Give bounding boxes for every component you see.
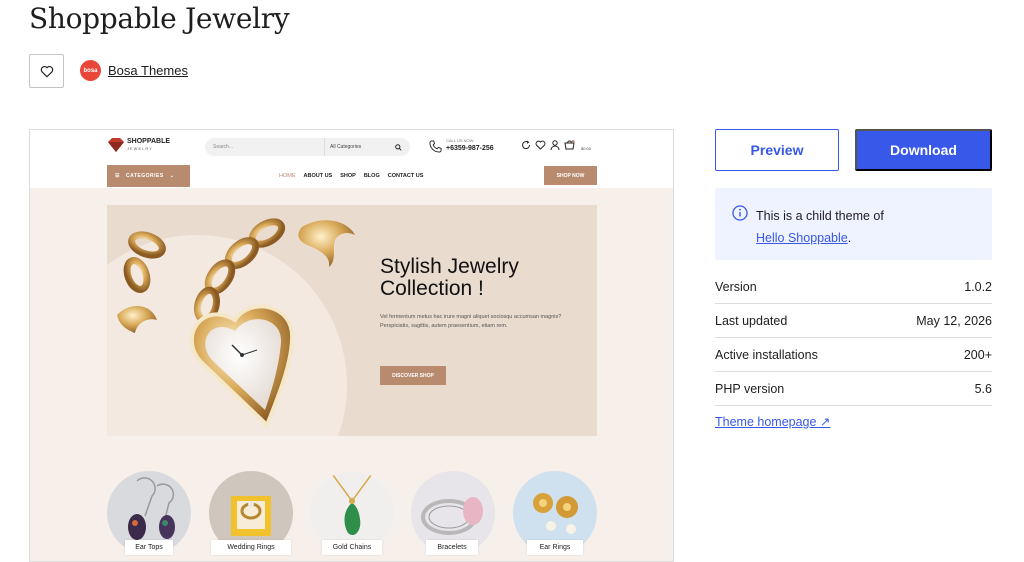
mini-categories-label: CATEGORIES (125, 173, 164, 179)
meta-row-version: Version 1.0.2 (715, 270, 992, 304)
mini-search-input: Search... (205, 138, 324, 156)
phone-icon (429, 140, 442, 153)
meta-label: Active installations (715, 347, 818, 362)
mini-hero-button: DISCOVER SHOP (380, 366, 446, 385)
meta-value: May 12, 2026 (916, 313, 992, 328)
author-avatar: bosa (80, 60, 101, 81)
mini-logo-text: SHOPPABLE (127, 138, 171, 145)
mini-search-button (386, 138, 410, 156)
mini-logo-sub: JEWELRY (127, 146, 153, 151)
wishlist-icon (535, 140, 546, 150)
cart-icon (564, 140, 575, 150)
notice-prefix: This is a child theme of (756, 209, 884, 223)
parent-theme-link[interactable]: Hello Shoppable (756, 231, 848, 245)
mini-shop-now-button: SHOP NOW (544, 166, 597, 185)
page-title: Shoppable Jewelry (29, 2, 290, 35)
mini-nav: HOME ABOUT US SHOP BLOG CONTACT US (279, 173, 423, 179)
mini-cart-total: $0.00 (581, 146, 592, 151)
meta-row-php-version: PHP version 5.6 (715, 372, 992, 406)
mini-categories-button: ☰ CATEGORIES ⌄ (107, 165, 190, 187)
meta-label: PHP version (715, 381, 785, 396)
meta-row-last-updated: Last updated May 12, 2026 (715, 304, 992, 338)
meta-value: 1.0.2 (964, 279, 992, 294)
heart-icon (40, 65, 53, 77)
mini-nav-blog: BLOG (363, 173, 380, 179)
mini-hero-title: Stylish Jewelry Collection ! (380, 255, 519, 300)
child-theme-notice: This is a child theme of Hello Shoppable… (715, 188, 992, 260)
category-label-bracelets: Bracelets (426, 540, 478, 555)
search-icon (394, 143, 402, 151)
mini-category-select: All Categories (324, 138, 386, 156)
author-link[interactable]: Bosa Themes (108, 63, 188, 78)
mini-header-icons (521, 140, 575, 150)
category-label-ear-tops: Ear Tops (125, 540, 173, 555)
info-icon (732, 205, 748, 221)
menu-icon: ☰ (115, 173, 120, 179)
mini-phone-number: +6359-987-256 (446, 145, 494, 152)
meta-row-active-installations: Active installations 200+ (715, 338, 992, 372)
theme-homepage-link[interactable]: Theme homepage ↗ (715, 414, 830, 429)
mini-nav-contact: CONTACT US (387, 173, 424, 179)
diamond-logo-icon (108, 138, 124, 152)
mini-nav-shop: SHOP (340, 173, 356, 179)
theme-screenshot: SHOPPABLE JEWELRY Search... All Categori… (29, 129, 674, 562)
theme-meta-list: Version 1.0.2 Last updated May 12, 2026 … (715, 270, 992, 406)
notice-text: This is a child theme of Hello Shoppable… (756, 205, 884, 249)
meta-label: Last updated (715, 313, 788, 328)
mini-category-circles: Ear Tops Wedding Rings Gold Chains Brace… (107, 471, 607, 561)
chevron-down-icon: ⌄ (169, 173, 175, 179)
meta-label: Version (715, 279, 757, 294)
heart-locket-image (117, 218, 355, 429)
mini-hero: Stylish Jewelry Collection ! Vel ferment… (107, 205, 597, 436)
meta-value: 200+ (963, 347, 992, 362)
notice-suffix: . (847, 231, 852, 245)
category-label-gold-chains: Gold Chains (322, 540, 382, 555)
mini-header: SHOPPABLE JEWELRY Search... All Categori… (30, 130, 673, 188)
download-button[interactable]: Download (855, 129, 992, 171)
category-label-ear-rings: Ear Rings (527, 540, 583, 555)
meta-value: 5.6 (974, 381, 992, 396)
mini-call-label: CALL US NOW (446, 138, 474, 143)
user-icon (550, 140, 560, 150)
mini-nav-about: ABOUT US (303, 173, 333, 179)
mini-nav-home: HOME (279, 173, 296, 179)
category-label-wedding-rings: Wedding Rings (211, 540, 291, 555)
mini-hero-text: Vel fermentum metus hac irure magni aliq… (380, 314, 562, 329)
preview-button[interactable]: Preview (715, 129, 839, 171)
refresh-icon (522, 140, 531, 150)
favorite-button[interactable] (29, 54, 64, 88)
